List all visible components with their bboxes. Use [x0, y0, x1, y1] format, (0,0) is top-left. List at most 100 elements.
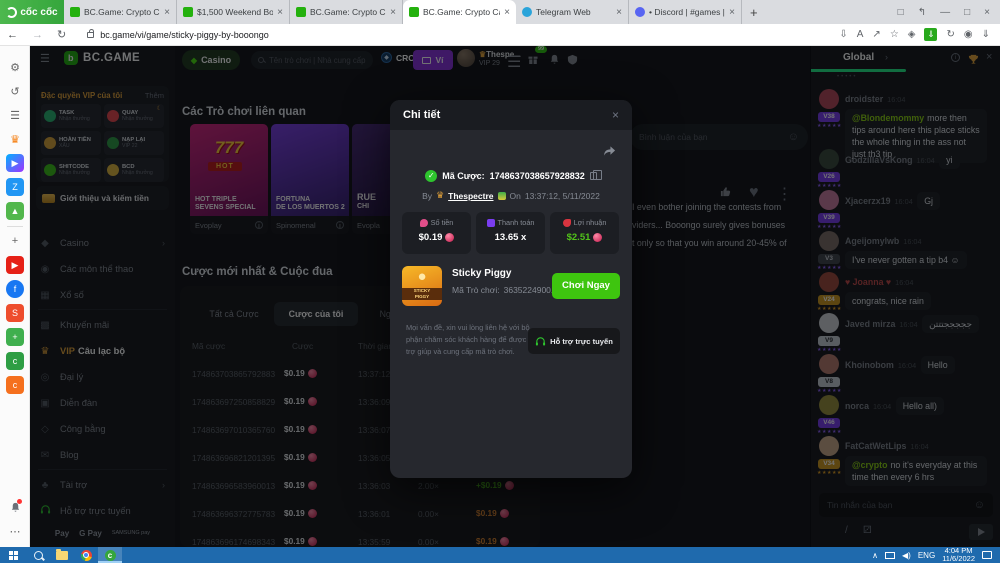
- bet-details-modal: Chi tiết × ✓ Mã Cược: 174863703865792883…: [390, 100, 632, 478]
- extension-icon[interactable]: ↻: [946, 29, 954, 40]
- browser-tab-active[interactable]: BC.Game: Crypto Casino Gan×: [403, 0, 516, 24]
- display-icon[interactable]: [885, 552, 895, 559]
- new-tab-button[interactable]: +: [742, 5, 766, 20]
- tab-close-icon[interactable]: ×: [277, 7, 283, 18]
- browser-tab[interactable]: BC.Game: Crypto Casino Gan×: [64, 0, 177, 24]
- headset-icon: [535, 336, 546, 347]
- settings-gear-icon[interactable]: ⚙: [6, 58, 24, 76]
- browser-tab[interactable]: $1,500 Weekend Booongo M×: [177, 0, 290, 24]
- reload-icon[interactable]: ↻: [50, 28, 73, 41]
- amount-icon: [420, 219, 428, 227]
- adblock-shield-icon[interactable]: ◈: [908, 29, 916, 40]
- reading-list-icon[interactable]: ☰: [6, 106, 24, 124]
- start-button[interactable]: [0, 547, 26, 563]
- youtube-icon[interactable]: ▶: [6, 256, 24, 274]
- forward-icon[interactable]: →: [25, 29, 50, 41]
- profile-icon[interactable]: ◉: [964, 29, 973, 40]
- telegram-favicon: [522, 7, 532, 17]
- medal-icon: ♛: [436, 190, 444, 201]
- bet-author-link[interactable]: Thespectre: [448, 191, 493, 201]
- tray-chevron-icon[interactable]: ∧: [872, 551, 878, 560]
- translate-icon[interactable]: A: [857, 29, 864, 40]
- gamepad-icon[interactable]: ▲: [6, 202, 24, 220]
- bet-stats: Số tiền $0.19 Thanh toán 13.65 x Lợi nhu…: [402, 212, 620, 254]
- lock-icon: [87, 32, 94, 38]
- tab-close-icon[interactable]: ×: [164, 7, 170, 18]
- coccoc-logo[interactable]: cốc cốc: [0, 0, 64, 24]
- bet-id-row: ✓ Mã Cược: 1748637038657928832: [390, 170, 632, 182]
- verified-check-icon: ✓: [425, 170, 437, 182]
- share-icon[interactable]: ↗: [872, 29, 880, 40]
- minimize-button[interactable]: —: [940, 7, 950, 18]
- history-icon[interactable]: ↺: [6, 82, 24, 100]
- copy-icon[interactable]: [590, 172, 597, 180]
- language-indicator[interactable]: ENG: [918, 551, 935, 560]
- play-now-button[interactable]: Chơi Ngay: [552, 273, 620, 299]
- bcgame-favicon: [409, 7, 419, 17]
- notification-bell-icon[interactable]: [6, 498, 24, 516]
- modal-title: Chi tiết: [403, 109, 440, 121]
- bet-id-label: Mã Cược:: [442, 171, 484, 181]
- browser-tab[interactable]: BC.Game: Crypto Casino Gan×: [290, 0, 403, 24]
- discord-favicon: [635, 7, 645, 17]
- promo-gift-icon[interactable]: +: [6, 328, 24, 346]
- tab-search-icon[interactable]: □: [898, 7, 904, 18]
- save-page-icon[interactable]: ⇩: [839, 29, 847, 40]
- screen: cốc cốc BC.Game: Crypto Casino Gan× $1,5…: [0, 0, 1000, 563]
- share-icon[interactable]: [603, 144, 616, 162]
- support-note: Mọi vấn đề, xin vui lòng liên hệ với bộ …: [406, 322, 534, 358]
- action-center-icon[interactable]: [982, 551, 992, 559]
- cart-icon[interactable]: c: [6, 376, 24, 394]
- stat-profit: Lợi nhuận $2.51: [550, 212, 619, 254]
- shopee-icon[interactable]: S: [6, 304, 24, 322]
- maximize-button[interactable]: □: [964, 7, 970, 18]
- messenger-icon[interactable]: ▶: [6, 154, 24, 172]
- zalo-icon[interactable]: Z: [6, 178, 24, 196]
- taskbar-explorer[interactable]: [50, 547, 74, 563]
- online-support-button[interactable]: Hỗ trợ trực tuyến: [528, 328, 620, 354]
- speaker-icon[interactable]: ◀): [902, 551, 911, 560]
- tab-close-icon[interactable]: ×: [504, 7, 510, 18]
- game-name: Sticky Piggy: [452, 268, 511, 279]
- facebook-icon[interactable]: f: [6, 280, 24, 298]
- crown-icon[interactable]: ♛: [6, 130, 24, 148]
- downloads-icon[interactable]: ⇓: [982, 29, 990, 40]
- clock[interactable]: 4:04 PM 11/6/2022: [942, 547, 975, 563]
- stat-payout: Thanh toán 13.65 x: [476, 212, 545, 254]
- coin-icon: [593, 233, 602, 242]
- modal-game-row: ● STICKYPIGGY Sticky Piggy Mã Trò chơi:3…: [402, 266, 620, 312]
- profit-icon: [563, 219, 571, 227]
- flag-badge: [498, 192, 506, 200]
- payout-icon: [487, 219, 495, 227]
- game-id-value: 3635224900...: [504, 285, 558, 295]
- taskbar-chrome[interactable]: [74, 547, 98, 563]
- bell-icon: [10, 502, 21, 513]
- taskbar-coccoc[interactable]: c: [98, 547, 122, 563]
- tab-close-icon[interactable]: ×: [616, 7, 622, 18]
- tab-close-icon[interactable]: ×: [729, 7, 735, 18]
- close-window-button[interactable]: ×: [984, 7, 990, 18]
- bcgame-site: ☰ bBC.GAME Đặc quyền VIP của tôi Thêm TA…: [30, 46, 1000, 547]
- taskbar-search[interactable]: [26, 547, 50, 563]
- browser-tab[interactable]: • Discord | #games | BC G×: [629, 0, 742, 24]
- back-icon[interactable]: ←: [0, 29, 25, 41]
- windows-taskbar: c ∧ ◀) ENG 4:04 PM 11/6/2022: [0, 547, 1000, 563]
- bet-id-value: 1748637038657928832: [490, 171, 585, 181]
- browser-tab[interactable]: Telegram Web×: [516, 0, 629, 24]
- game-thumbnail[interactable]: ● STICKYPIGGY: [402, 266, 442, 306]
- bcgame-favicon: [296, 7, 306, 17]
- download-manager-icon[interactable]: ⇓: [924, 28, 937, 41]
- divider: [7, 226, 23, 227]
- green-leaf-icon[interactable]: c: [6, 352, 24, 370]
- bookmark-star-icon[interactable]: ☆: [890, 29, 899, 40]
- tab-restore-icon[interactable]: ↰: [918, 7, 926, 18]
- bcgame-favicon: [70, 7, 80, 17]
- url-text[interactable]: bc.game/vi/game/sticky-piggy-by-booongo: [100, 30, 269, 40]
- add-shortcut-icon[interactable]: +: [6, 232, 24, 250]
- piggy-graphic: ●: [402, 266, 442, 288]
- browser-tabbar: cốc cốc BC.Game: Crypto Casino Gan× $1,5…: [0, 0, 1000, 24]
- close-modal-icon[interactable]: ×: [612, 108, 619, 122]
- coccoc-sidebar: ⚙ ↺ ☰ ♛ ▶ Z ▲ + ▶ f S + c c ⋯: [0, 46, 30, 547]
- more-icon[interactable]: ⋯: [6, 522, 24, 540]
- tab-close-icon[interactable]: ×: [390, 7, 396, 18]
